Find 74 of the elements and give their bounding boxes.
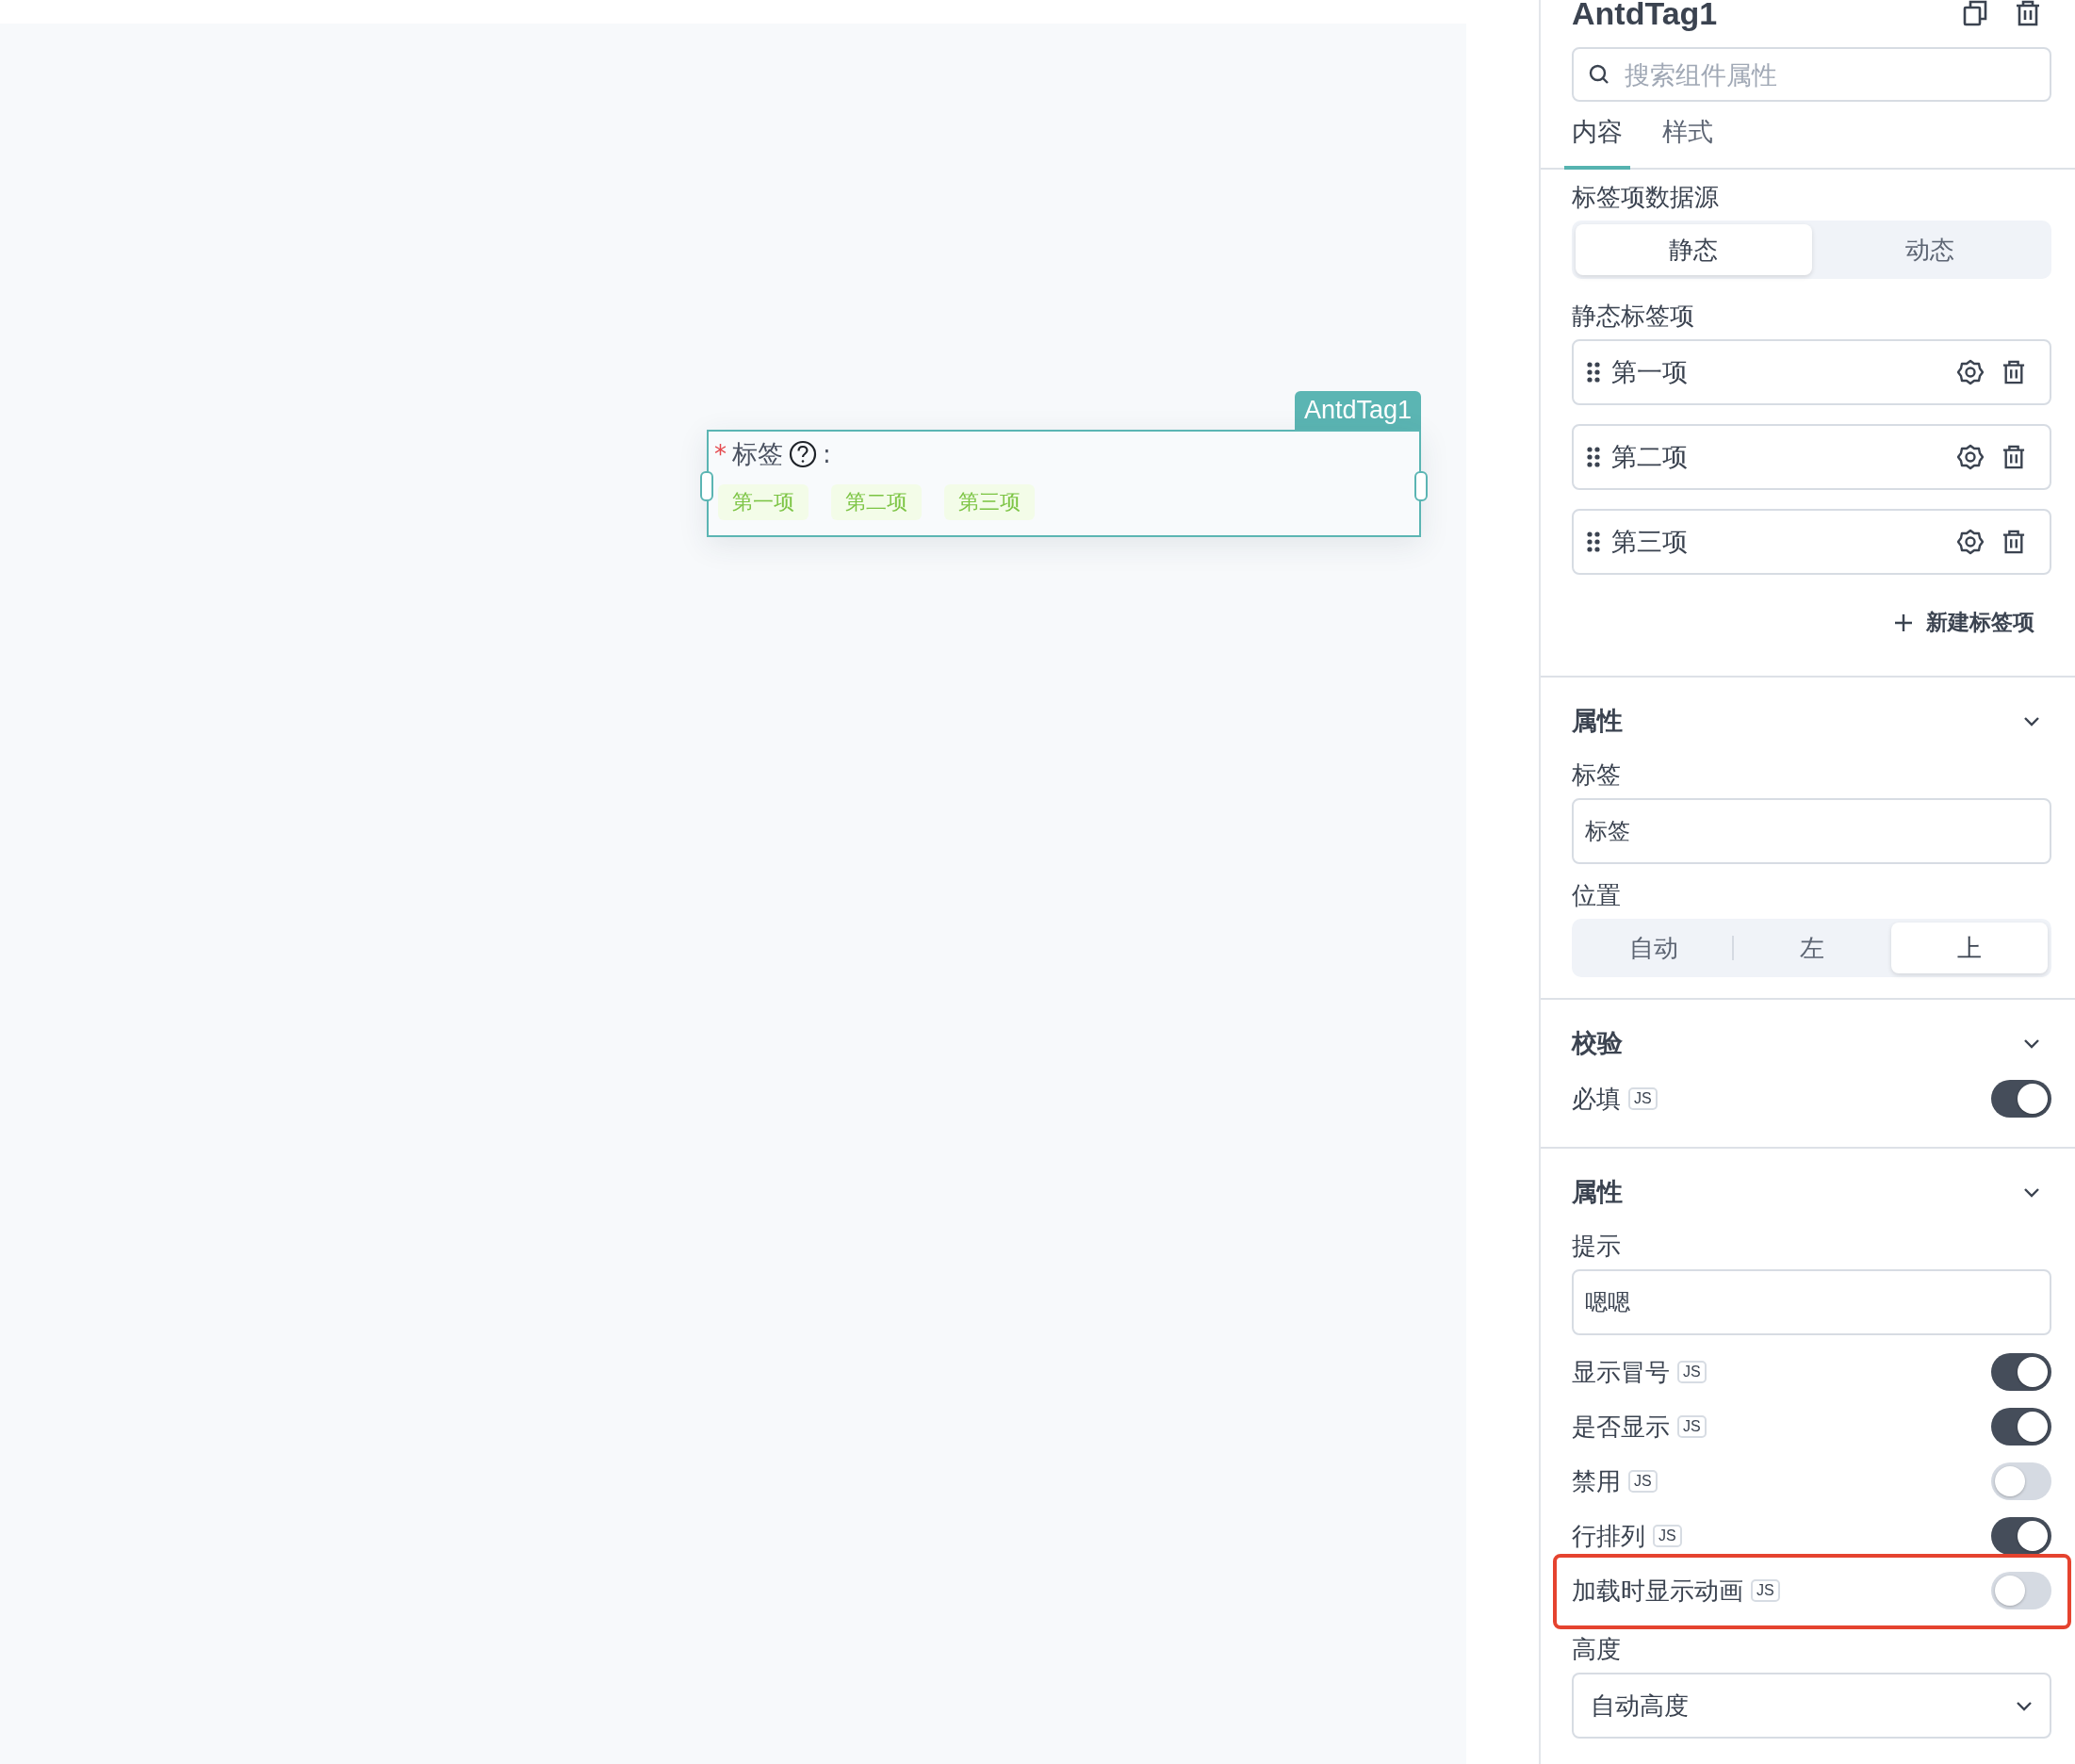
tag: 第三项 xyxy=(944,484,1035,520)
settings-icon[interactable] xyxy=(1957,444,1984,470)
tag: 第一项 xyxy=(718,484,809,520)
label-colon: : xyxy=(823,440,831,468)
segment-option[interactable]: 动态 xyxy=(1811,224,2048,275)
panel-title: AntdTag1 xyxy=(1572,0,1718,32)
chevron-down-icon[interactable] xyxy=(2023,1186,2040,1198)
drag-handle-icon[interactable] xyxy=(1587,362,1600,383)
toggle-label: 显示冒号 xyxy=(1572,1356,1670,1388)
plus-icon xyxy=(1894,612,1913,632)
field-label: 高度 xyxy=(1572,1634,1622,1665)
trash-icon[interactable] xyxy=(2016,0,2040,26)
segment-option[interactable]: 上 xyxy=(1890,923,2048,973)
component-name-tag: AntdTag1 xyxy=(1294,391,1421,430)
resize-handle[interactable] xyxy=(1414,471,1428,501)
tag-item-text: 第一项 xyxy=(1611,356,1689,388)
trash-icon[interactable] xyxy=(2002,530,2025,554)
tab[interactable]: 样式 xyxy=(1655,111,1721,170)
toggle-switch[interactable] xyxy=(1991,1517,2051,1555)
tag-item-row[interactable]: 第三项 xyxy=(1572,509,2051,575)
component-frame[interactable]: * 标签 : 第一项 第二项 第三项 xyxy=(707,430,1421,537)
text-input[interactable]: 标签 xyxy=(1572,798,2051,864)
toggle-label: 是否显示 xyxy=(1572,1411,1670,1443)
toggle-label: 行排列 xyxy=(1572,1520,1645,1552)
js-badge[interactable]: JS xyxy=(1653,1525,1682,1547)
segment-option[interactable]: 静态 xyxy=(1576,224,1812,275)
tag-item-row[interactable]: 第二项 xyxy=(1572,424,2051,490)
section-title[interactable]: 属性 xyxy=(1572,704,1623,738)
js-badge[interactable]: JS xyxy=(1628,1087,1658,1110)
field-label: 标签 xyxy=(732,438,783,470)
tag-item-row[interactable]: 第一项 xyxy=(1572,339,2051,405)
tag-item-text: 第二项 xyxy=(1611,441,1689,473)
toggle-label: 禁用 xyxy=(1572,1465,1621,1497)
settings-icon[interactable] xyxy=(1957,529,1984,555)
section-title[interactable]: 属性 xyxy=(1572,1175,1623,1209)
required-mark: * xyxy=(714,442,727,466)
field-label: 提示 xyxy=(1572,1231,1622,1262)
settings-icon[interactable] xyxy=(1957,359,1984,385)
toggle-label: 必填 xyxy=(1572,1083,1621,1115)
section-title[interactable]: 校验 xyxy=(1572,1026,1623,1060)
toggle-switch[interactable] xyxy=(1991,1080,2051,1118)
tag: 第二项 xyxy=(831,484,922,520)
toggle-switch[interactable] xyxy=(1991,1462,2051,1500)
field-label: 标签项数据源 xyxy=(1572,182,1720,213)
text-input[interactable]: 嗯嗯 xyxy=(1572,1269,2051,1335)
add-tag-button[interactable]: 新建标签项 xyxy=(1888,607,2040,638)
js-badge[interactable]: JS xyxy=(1677,1415,1707,1438)
resize-handle[interactable] xyxy=(700,471,713,501)
chevron-down-icon[interactable] xyxy=(2023,1037,2040,1049)
segment-option[interactable]: 左 xyxy=(1734,923,1891,973)
tab[interactable]: 内容 xyxy=(1564,111,1630,170)
segment-option[interactable]: 自动 xyxy=(1576,923,1733,973)
copy-icon[interactable] xyxy=(1963,0,1987,26)
js-badge[interactable]: JS xyxy=(1751,1579,1780,1602)
tag-item-text: 第三项 xyxy=(1611,526,1689,558)
js-badge[interactable]: JS xyxy=(1628,1470,1658,1493)
search-icon xyxy=(1589,64,1609,85)
trash-icon[interactable] xyxy=(2002,360,2025,384)
help-icon[interactable] xyxy=(789,440,817,468)
drag-handle-icon[interactable] xyxy=(1587,531,1600,552)
toggle-switch[interactable] xyxy=(1991,1408,2051,1446)
select-dropdown[interactable]: 自动高度 xyxy=(1572,1673,2051,1739)
drag-handle-icon[interactable] xyxy=(1587,447,1600,467)
search-field[interactable]: 搜索组件属性 xyxy=(1572,47,2051,102)
toggle-switch[interactable] xyxy=(1991,1353,2051,1391)
field-label: 静态标签项 xyxy=(1572,301,1695,332)
field-label: 位置 xyxy=(1572,880,1622,911)
toggle-switch[interactable] xyxy=(1991,1572,2051,1609)
chevron-down-icon[interactable] xyxy=(2016,1700,2033,1711)
field-label: 标签 xyxy=(1572,760,1622,791)
trash-icon[interactable] xyxy=(2002,445,2025,469)
toggle-label: 加载时显示动画 xyxy=(1572,1575,1743,1607)
js-badge[interactable]: JS xyxy=(1677,1361,1707,1383)
chevron-down-icon[interactable] xyxy=(2023,715,2040,727)
